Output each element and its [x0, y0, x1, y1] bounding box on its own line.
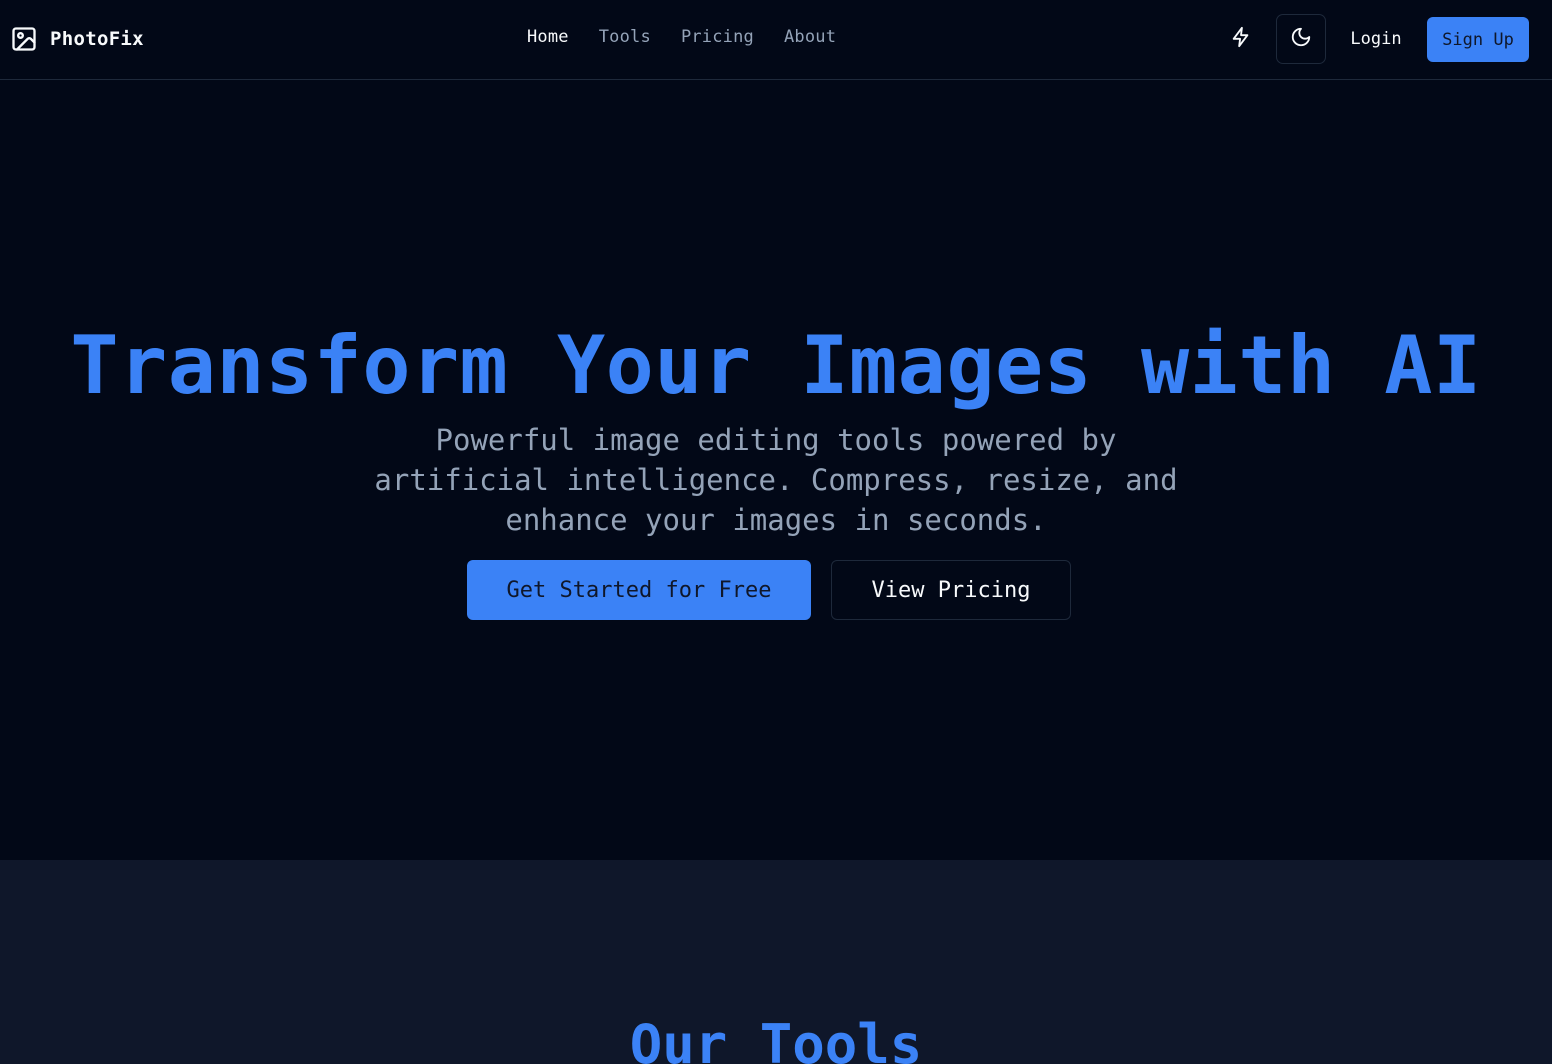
- hero-title: Transform Your Images with AI: [70, 319, 1482, 412]
- tools-section: Our Tools: [0, 860, 1552, 1064]
- moon-icon: [1290, 26, 1312, 52]
- tools-heading: Our Tools: [629, 1013, 923, 1064]
- lightning-bolt-icon: [1230, 26, 1252, 52]
- nav-tools[interactable]: Tools: [599, 27, 651, 47]
- hero-section: Transform Your Images with AI Powerful i…: [0, 80, 1552, 860]
- theme-toggle-button[interactable]: [1276, 14, 1326, 64]
- image-icon: [10, 25, 38, 53]
- nav-pricing[interactable]: Pricing: [681, 27, 754, 47]
- bolt-button[interactable]: [1216, 14, 1266, 64]
- login-button[interactable]: Login: [1336, 17, 1416, 61]
- logo-link[interactable]: PhotoFix: [10, 25, 144, 53]
- get-started-button[interactable]: Get Started for Free: [467, 560, 811, 620]
- site-header: PhotoFix Home Tools Pricing About Login …: [0, 0, 1552, 80]
- signup-button[interactable]: Sign Up: [1427, 17, 1529, 62]
- nav-home[interactable]: Home: [527, 27, 569, 47]
- view-pricing-button[interactable]: View Pricing: [831, 560, 1071, 620]
- main-nav: Home Tools Pricing About: [527, 27, 836, 47]
- hero-subtitle: Powerful image editing tools powered by …: [374, 423, 1178, 537]
- logo-text: PhotoFix: [50, 28, 144, 50]
- nav-about[interactable]: About: [784, 27, 836, 47]
